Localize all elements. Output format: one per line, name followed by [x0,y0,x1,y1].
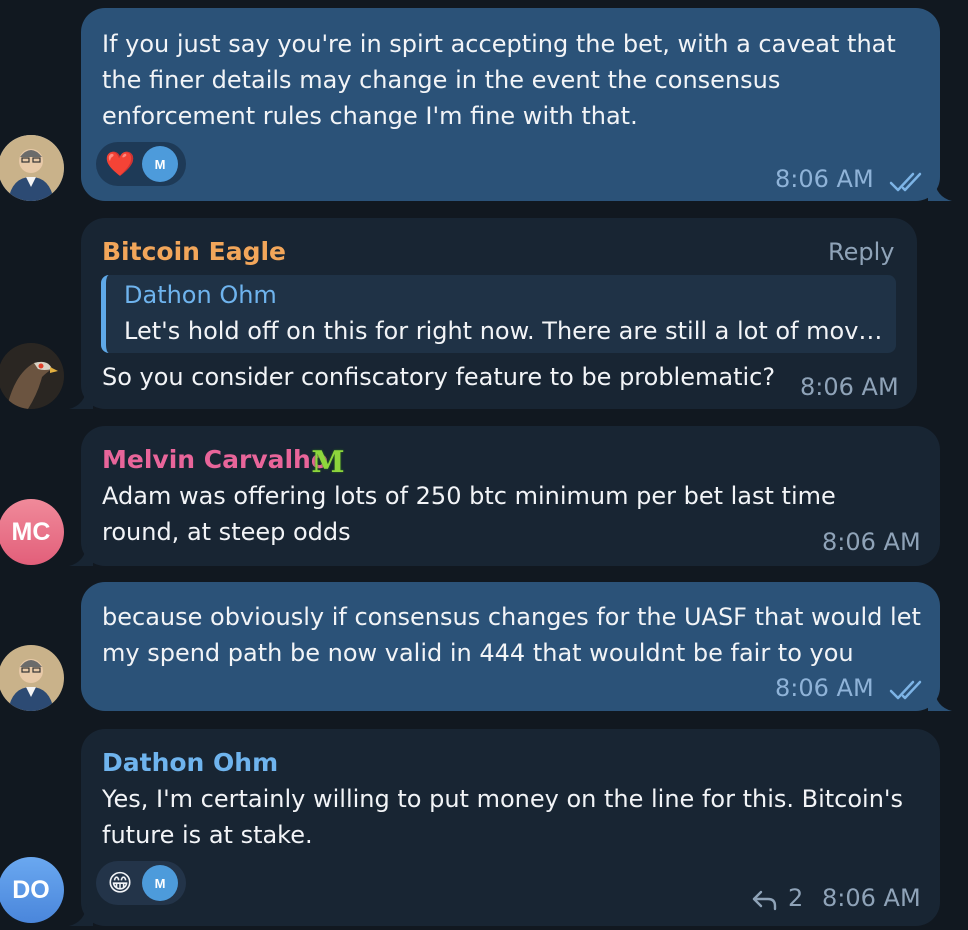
quoted-message[interactable]: Dathon Ohm Let's hold off on this for ri… [101,275,896,353]
bubble-tail [69,904,93,926]
avatar-initials: DO [12,875,50,904]
message-time: 8:06 AM [775,674,874,702]
bubble-tail [69,387,93,409]
message-bubble-incoming[interactable]: Bitcoin Eagle Reply Dathon Ohm Let's hol… [69,218,917,409]
message-text-line: If you just say you're in spirt acceptin… [102,30,896,58]
grin-icon: 😁 [107,869,133,897]
message-text-line: because obviously if consensus changes f… [102,603,921,631]
avatar[interactable] [0,645,64,711]
message-text-line: future is at stake. [102,821,313,849]
avatar[interactable]: MC [0,499,64,565]
sender-name[interactable]: Bitcoin Eagle [102,234,286,270]
reactor-avatar: M [142,865,178,901]
reply-button[interactable]: Reply [828,234,894,270]
reply-arrow-icon[interactable] [751,886,779,912]
message-time: 8:06 AM [822,884,921,912]
avatar[interactable] [0,343,64,409]
sender-name[interactable]: Melvin Carvalho [102,442,328,478]
message-time: 8:06 AM [775,165,874,193]
message-text-line: the finer details may change in the even… [102,66,781,94]
quoted-text: Let's hold off on this for right now. Th… [124,317,883,345]
reaction-chip[interactable]: 😁 M [96,861,186,905]
reactor-avatar: M [142,146,178,182]
heart-icon: ❤️ [105,150,135,178]
bubble-tail [928,689,952,711]
message-time: 8:06 AM [800,373,899,401]
sender-name[interactable]: Dathon Ohm [102,745,278,781]
avatar[interactable]: DO [0,857,64,923]
bubble-tail [928,179,952,201]
double-check-icon [889,680,922,700]
reaction-chip[interactable]: ❤️ M [96,142,186,186]
message-text-line: round, at steep odds [102,518,351,546]
bubble-tail [69,544,93,566]
double-check-icon [889,172,922,192]
message-bubble-incoming[interactable]: Melvin Carvalho M Adam was offering lots… [69,426,940,566]
sender-badge-icon: M [311,444,345,480]
message-text-line: my spend path be now valid in 444 that w… [102,639,854,667]
person-icon [0,645,64,711]
reply-count[interactable]: 2 [788,884,803,912]
message-text-line: So you consider confiscatory feature to … [102,363,776,391]
message-bubble-outgoing[interactable]: If you just say you're in spirt acceptin… [81,8,952,201]
avatar[interactable] [0,135,64,201]
message-bubble-outgoing[interactable]: because obviously if consensus changes f… [81,582,952,711]
message-text-line: enforcement rules change I'm fine with t… [102,102,638,130]
message-text-line: Yes, I'm certainly willing to put money … [102,785,904,813]
message-time: 8:06 AM [822,528,921,556]
person-icon [0,135,64,201]
message-text-line: Adam was offering lots of 250 btc minimu… [102,482,836,510]
message-bubble-incoming[interactable]: Dathon Ohm Yes, I'm certainly willing to… [69,729,940,926]
avatar-initials: MC [11,517,51,546]
eagle-icon [0,343,64,409]
quoted-author: Dathon Ohm [124,281,277,309]
